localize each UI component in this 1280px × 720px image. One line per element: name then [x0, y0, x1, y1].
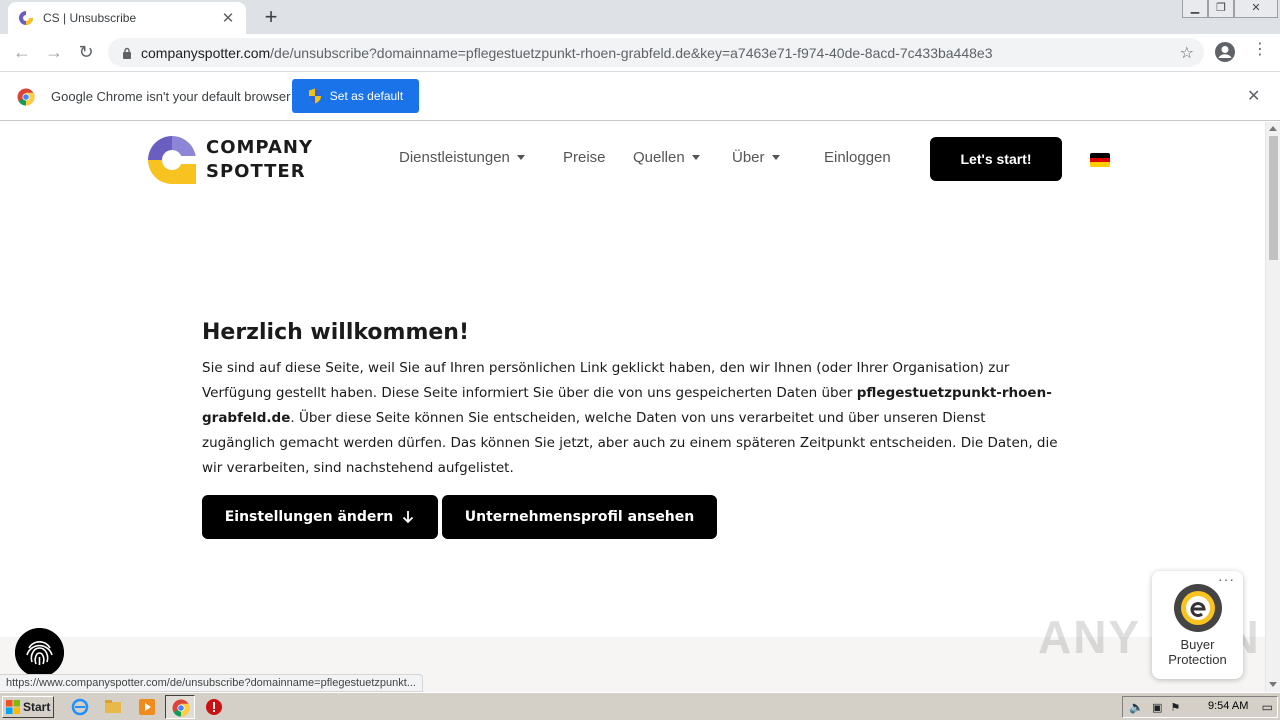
taskbar-clock: 9:54 AM	[1208, 700, 1249, 712]
site-favicon-icon	[19, 11, 33, 25]
chrome-menu-icon[interactable]: ⋮	[1252, 42, 1268, 58]
logo-line-1: COMPANY	[206, 137, 313, 158]
tab-strip: CS | Unsubscribe ✕ + ▁ ❐ ✕	[0, 0, 1280, 34]
profile-avatar-icon[interactable]	[1214, 41, 1236, 63]
nav-about[interactable]: Über	[732, 149, 780, 166]
uac-shield-icon	[308, 88, 321, 104]
media-player-icon[interactable]	[138, 698, 156, 716]
internet-explorer-icon[interactable]	[71, 698, 89, 716]
nav-sources[interactable]: Quellen	[633, 149, 700, 166]
buyer-protection-line-2: Protection	[1168, 652, 1227, 667]
fingerprint-icon[interactable]	[15, 628, 64, 677]
scroll-up-arrow-icon[interactable]	[1269, 126, 1277, 131]
network-icon[interactable]: ▣	[1152, 701, 1162, 714]
web-page: COMPANY SPOTTER Dienstleistungen Preise …	[0, 122, 1265, 692]
link-status-bar: https://www.companyspotter.com/de/unsubs…	[0, 674, 423, 692]
start-button[interactable]: Start	[2, 696, 54, 718]
scrollbar-thumb[interactable]	[1269, 136, 1278, 260]
logo-wordmark: COMPANY SPOTTER	[206, 136, 313, 184]
browser-toolbar: ← → ↻ companyspotter.com/de/unsubscribe?…	[0, 34, 1280, 71]
url-text: companyspotter.com/de/unsubscribe?domain…	[141, 45, 992, 61]
change-settings-label: Einstellungen ändern	[224, 509, 394, 525]
tab-title: CS | Unsubscribe	[43, 11, 137, 25]
nav-services[interactable]: Dienstleistungen	[399, 149, 525, 166]
stop-app-icon[interactable]	[205, 698, 223, 716]
start-label: Start	[23, 700, 51, 714]
new-tab-button[interactable]: +	[258, 3, 284, 31]
logo-mark-icon	[148, 136, 196, 184]
trusted-shops-badge[interactable]: ··· Buyer Protection	[1152, 571, 1243, 679]
windows-logo-icon	[6, 700, 20, 714]
browser-tab[interactable]: CS | Unsubscribe ✕	[8, 2, 246, 34]
nav-login[interactable]: Einloggen	[824, 149, 891, 166]
change-settings-button[interactable]: Einstellungen ändern	[202, 495, 438, 539]
window-controls: ▁ ❐ ✕	[1182, 0, 1278, 20]
german-flag-icon[interactable]	[1090, 153, 1110, 167]
lock-icon	[123, 47, 131, 59]
intro-paragraph: Sie sind auf diese Seite, weil Sie auf I…	[202, 356, 1062, 481]
address-bar[interactable]: companyspotter.com/de/unsubscribe?domain…	[108, 38, 1204, 67]
nav-pricing[interactable]: Preise	[563, 149, 606, 166]
infobar-message: Google Chrome isn't your default browser	[51, 89, 291, 104]
url-host: companyspotter.com	[141, 44, 271, 61]
system-tray: 🔈 ▣ ⚑ ▭	[1122, 696, 1278, 718]
reload-icon[interactable]: ↻	[71, 37, 101, 67]
taskbar-chrome-button[interactable]	[165, 695, 195, 719]
lets-start-button[interactable]: Let's start!	[930, 137, 1062, 181]
show-desktop-icon[interactable]: ▭	[1262, 700, 1273, 714]
nav-about-label: Über	[732, 149, 765, 166]
chevron-down-icon	[771, 155, 780, 160]
page-scrollbar[interactable]	[1265, 122, 1280, 692]
volume-icon[interactable]: 🔈	[1129, 700, 1144, 714]
file-explorer-icon[interactable]	[104, 698, 122, 716]
forward-arrow-icon[interactable]: →	[39, 37, 69, 67]
tab-close-icon[interactable]: ✕	[220, 9, 236, 27]
chevron-down-icon	[691, 155, 700, 160]
view-company-profile-button[interactable]: Unternehmensprofil ansehen	[442, 495, 717, 539]
intro-text-part-2: . Über diese Seite können Sie entscheide…	[202, 410, 1058, 476]
logo-line-2: SPOTTER	[206, 161, 306, 182]
nav-sources-label: Quellen	[633, 149, 685, 166]
company-spotter-logo[interactable]: COMPANY SPOTTER	[146, 134, 313, 186]
url-path: /de/unsubscribe?domainname=pflegestuetzp…	[270, 44, 993, 61]
nav-login-label: Einloggen	[824, 149, 891, 166]
minimize-icon[interactable]: ▁	[1182, 0, 1208, 18]
back-arrow-icon[interactable]: ←	[7, 37, 37, 67]
bookmark-star-icon[interactable]: ☆	[1180, 43, 1194, 63]
restore-icon[interactable]: ❐	[1208, 0, 1234, 18]
infobar-close-icon[interactable]: ✕	[1247, 86, 1260, 106]
set-as-default-label: Set as default	[329, 89, 404, 103]
window-close-icon[interactable]: ✕	[1234, 0, 1278, 18]
buyer-protection-line-1: Buyer	[1180, 637, 1215, 652]
page-title: Herzlich willkommen!	[202, 320, 469, 345]
nav-services-label: Dienstleistungen	[399, 149, 510, 166]
chevron-down-icon	[516, 155, 525, 160]
scroll-down-arrow-icon[interactable]	[1269, 682, 1277, 687]
chrome-taskbar-icon	[172, 699, 190, 717]
windows-taskbar: Start 🔈 ▣ ⚑ ▭ 9:54 AM	[0, 692, 1280, 720]
set-as-default-button[interactable]: Set as default	[292, 79, 419, 113]
trusted-shops-seal-icon	[1174, 584, 1222, 632]
arrow-down-icon	[403, 511, 414, 524]
buyer-protection-label: Buyer Protection	[1152, 637, 1243, 667]
action-center-flag-icon[interactable]: ⚑	[1170, 701, 1180, 714]
chrome-logo-icon	[17, 88, 35, 106]
nav-pricing-label: Preise	[563, 149, 606, 166]
default-browser-infobar: Google Chrome isn't your default browser…	[0, 71, 1280, 121]
